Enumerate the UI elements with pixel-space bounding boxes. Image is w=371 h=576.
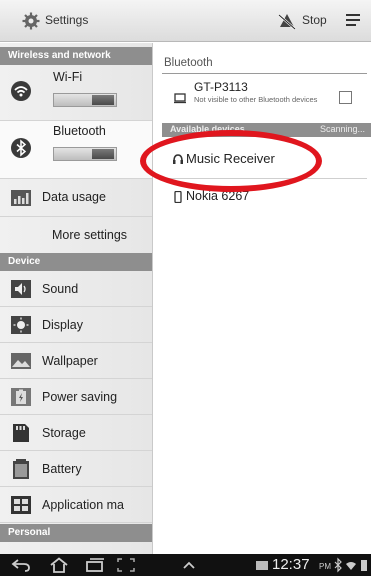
data-usage-icon (11, 190, 31, 206)
expand-up-icon[interactable] (180, 557, 198, 573)
storage-icon (13, 424, 29, 442)
display-icon (11, 316, 31, 334)
notification-screenshot-icon (256, 561, 268, 570)
settings-sidebar: Wireless and network Wi-Fi Bluetooth Dat… (0, 43, 153, 554)
visibility-checkbox[interactable] (339, 91, 352, 104)
back-icon[interactable] (10, 557, 32, 573)
sidebar-item-storage[interactable]: Storage (0, 415, 152, 451)
wifi-icon (11, 81, 31, 101)
app-title[interactable]: Settings (45, 13, 88, 27)
sidebar-item-battery[interactable]: Battery (0, 451, 152, 487)
recent-apps-icon[interactable] (84, 557, 106, 573)
clock-ampm: PM (319, 562, 331, 571)
sidebar-item-label: Battery (42, 462, 82, 476)
sidebar-item-wifi[interactable]: Wi-Fi (0, 65, 152, 121)
wallpaper-icon (11, 353, 31, 369)
scanning-status: Scanning... (319, 124, 365, 134)
bluetooth-status-icon (334, 557, 342, 573)
section-header-device: Device (0, 253, 152, 271)
screenshot-icon[interactable] (116, 557, 136, 573)
system-bar: 12:37 PM (0, 554, 371, 576)
sidebar-item-bluetooth[interactable]: Bluetooth (0, 121, 152, 179)
sidebar-item-label: Application ma (42, 498, 124, 512)
power-saving-icon (11, 388, 31, 406)
phone-icon (174, 191, 182, 203)
sidebar-item-label: Display (42, 318, 83, 332)
divider (162, 73, 367, 74)
wifi-toggle[interactable] (53, 93, 117, 107)
sidebar-item-sound[interactable]: Sound (0, 271, 152, 307)
sidebar-item-more-settings[interactable]: More settings (0, 217, 152, 255)
stop-button[interactable]: Stop (302, 13, 327, 27)
sidebar-item-label: Bluetooth (53, 124, 106, 138)
sidebar-item-wallpaper[interactable]: Wallpaper (0, 343, 152, 379)
pane-title: Bluetooth (164, 57, 213, 69)
sidebar-item-data-usage[interactable]: Data usage (0, 179, 152, 217)
action-bar: Settings Stop (0, 0, 371, 42)
settings-gear-icon[interactable] (22, 12, 40, 30)
stop-scan-icon[interactable] (277, 11, 297, 31)
sidebar-item-label: Storage (42, 426, 86, 440)
overflow-menu-icon[interactable] (346, 14, 360, 26)
clock-time: 12:37 (272, 556, 310, 573)
section-header-personal: Personal (0, 524, 152, 542)
highlight-ellipse (140, 130, 322, 192)
bluetooth-detail-pane: Bluetooth GT-P3113 Not visible to other … (154, 43, 371, 554)
sidebar-item-power-saving[interactable]: Power saving (0, 379, 152, 415)
tablet-icon (174, 93, 186, 104)
wifi-status-icon (346, 562, 356, 570)
home-icon[interactable] (48, 557, 70, 573)
battery-icon (13, 459, 29, 479)
my-device-name: GT-P3113 (194, 80, 248, 94)
sidebar-item-label: Wallpaper (42, 354, 98, 368)
section-header-wireless: Wireless and network (0, 47, 152, 65)
bluetooth-icon (11, 138, 31, 158)
sidebar-item-label: Data usage (42, 190, 106, 204)
sidebar-item-display[interactable]: Display (0, 307, 152, 343)
sidebar-item-label: More settings (52, 228, 128, 242)
my-device-visibility: Not visible to other Bluetooth devices (194, 95, 318, 104)
speaker-icon (11, 280, 31, 298)
bluetooth-toggle[interactable] (53, 147, 117, 161)
battery-status-icon (361, 560, 367, 571)
sidebar-item-label: Wi-Fi (53, 70, 83, 84)
sidebar-item-label: Sound (42, 282, 79, 296)
toggle-knob (92, 95, 114, 105)
sidebar-item-application-manager[interactable]: Application ma (0, 487, 152, 523)
toggle-knob (92, 149, 114, 159)
application-manager-icon (11, 496, 31, 514)
sidebar-item-label: Power saving (42, 390, 118, 404)
